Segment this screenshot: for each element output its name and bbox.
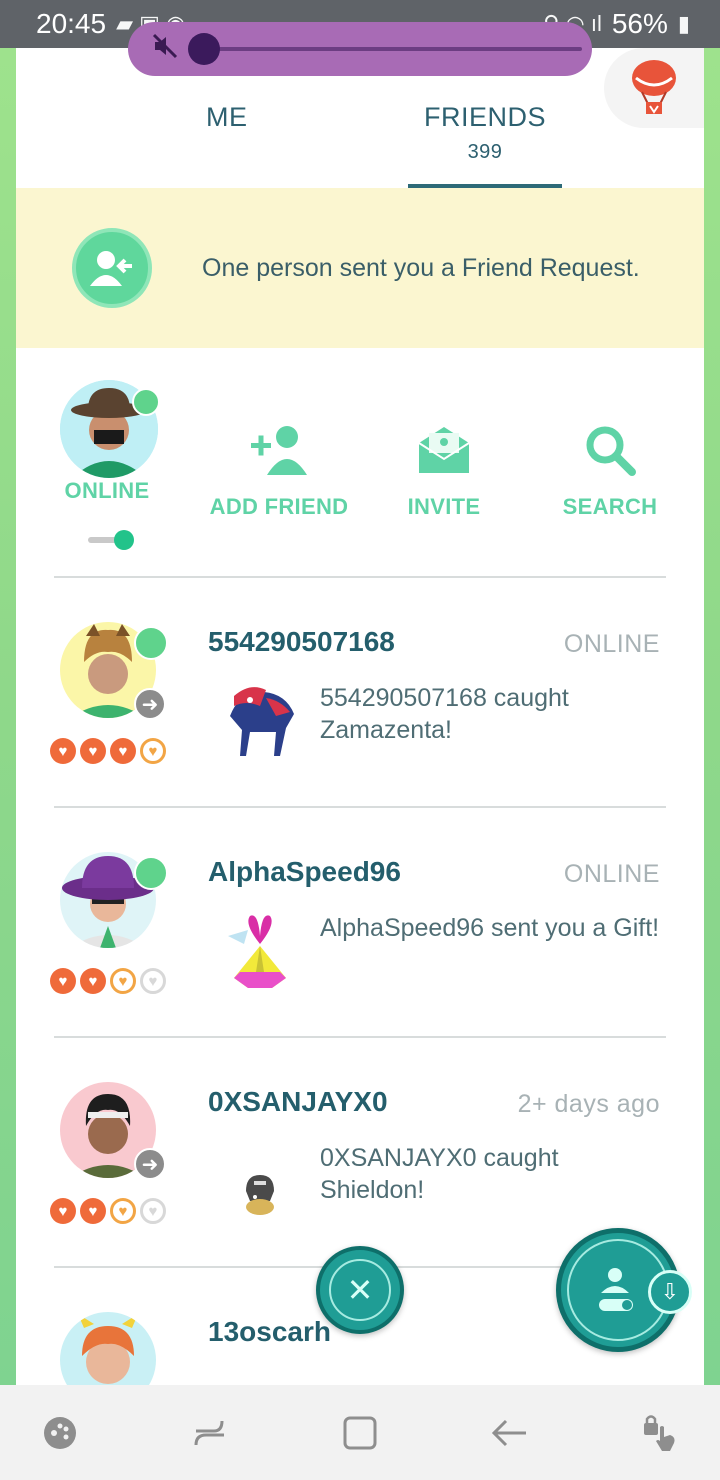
friend-row[interactable]: ♥ ♥ ♥ ♥ AlphaSpeed96 ONLINE AlphaSpeed96… bbox=[16, 830, 704, 1060]
tab-me-label: ME bbox=[206, 102, 248, 132]
gift-icon bbox=[220, 906, 300, 990]
right-border bbox=[704, 0, 720, 1385]
heart-icon: ♥ bbox=[50, 738, 76, 764]
tab-friends[interactable]: FRIENDS 399 bbox=[408, 102, 562, 164]
online-label: ONLINE bbox=[64, 478, 150, 503]
battery-percent: 56% bbox=[611, 8, 668, 39]
close-button[interactable]: ✕ bbox=[316, 1246, 404, 1334]
zamazenta-icon bbox=[220, 676, 300, 760]
heart-icon: ♥ bbox=[80, 968, 106, 994]
online-indicator bbox=[134, 626, 168, 660]
tab-me[interactable]: ME bbox=[206, 102, 248, 133]
search-button[interactable]: SEARCH bbox=[556, 420, 664, 520]
heart-icon: ♥ bbox=[80, 738, 106, 764]
divider bbox=[54, 806, 666, 808]
battery-icon: ▮ bbox=[677, 11, 690, 36]
volume-knob[interactable] bbox=[188, 33, 220, 65]
recents-button[interactable] bbox=[180, 1403, 240, 1463]
heart-icon: ♥ bbox=[140, 968, 166, 994]
invite-envelope-icon bbox=[418, 427, 470, 473]
invite-button[interactable]: INVITE bbox=[392, 420, 496, 520]
volume-track[interactable] bbox=[188, 33, 582, 65]
invite-label: INVITE bbox=[407, 494, 481, 519]
heart-icon: ♥ bbox=[80, 1198, 106, 1224]
heart-icon: ♥ bbox=[110, 738, 136, 764]
mute-icon[interactable] bbox=[152, 33, 182, 66]
friend-name: 554290507168 bbox=[208, 626, 395, 657]
friend-request-banner[interactable]: One person sent you a Friend Request. bbox=[16, 188, 704, 348]
balloon-button[interactable] bbox=[604, 48, 704, 128]
volume-slider-overlay[interactable] bbox=[128, 22, 592, 76]
online-toggle[interactable] bbox=[88, 530, 134, 550]
search-icon bbox=[586, 426, 636, 476]
sort-toggle-icon bbox=[599, 1268, 633, 1311]
heart-icon: ♥ bbox=[110, 1198, 136, 1224]
add-friend-icon bbox=[251, 426, 307, 475]
transfer-arrow-icon: ➜ bbox=[134, 1148, 166, 1180]
home-button[interactable] bbox=[330, 1403, 390, 1463]
arrow-down-icon: ⇩ bbox=[660, 1279, 680, 1304]
friend-status: ONLINE bbox=[563, 860, 660, 888]
friend-status: 2+ days ago bbox=[517, 1090, 660, 1118]
friend-name: AlphaSpeed96 bbox=[208, 856, 401, 887]
friend-status: ONLINE bbox=[563, 630, 660, 658]
system-nav-bar bbox=[0, 1385, 720, 1480]
left-border bbox=[0, 0, 16, 1385]
friend-name: 0XSANJAYX0 bbox=[208, 1086, 388, 1117]
back-icon bbox=[492, 1419, 526, 1446]
online-action[interactable]: ONLINE bbox=[52, 478, 162, 504]
divider bbox=[54, 1036, 666, 1038]
add-friend-label: ADD FRIEND bbox=[209, 494, 349, 519]
game-tools-button[interactable] bbox=[30, 1403, 90, 1463]
heart-icon: ♥ bbox=[50, 1198, 76, 1224]
add-friend-button[interactable]: ADD FRIEND bbox=[204, 420, 354, 520]
shieldon-icon bbox=[220, 1170, 300, 1220]
heart-icon: ♥ bbox=[140, 738, 166, 764]
friend-activity: AlphaSpeed96 sent you a Gift! bbox=[320, 914, 660, 942]
online-indicator bbox=[134, 856, 168, 890]
friend-name: 13oscarh bbox=[208, 1316, 331, 1347]
friend-request-text: One person sent you a Friend Request. bbox=[202, 254, 640, 282]
heart-icon: ♥ bbox=[50, 968, 76, 994]
transfer-arrow-icon: ➜ bbox=[134, 688, 166, 720]
tab-friends-label: FRIENDS bbox=[423, 102, 546, 132]
search-label: SEARCH bbox=[562, 494, 658, 519]
avatar bbox=[60, 1312, 156, 1385]
home-icon bbox=[343, 1416, 377, 1449]
friendship-hearts: ♥ ♥ ♥ ♥ bbox=[50, 1198, 166, 1224]
divider bbox=[54, 576, 666, 578]
online-indicator bbox=[132, 388, 160, 416]
toggle-knob bbox=[114, 530, 134, 550]
heart-icon: ♥ bbox=[140, 1198, 166, 1224]
friend-activity: 0XSANJAYX0 caught Shieldon! bbox=[320, 1144, 559, 1204]
recents-icon bbox=[194, 1420, 224, 1445]
action-row: ONLINE ADD FRIEND INVITE SEARCH bbox=[16, 348, 704, 578]
close-icon: ✕ bbox=[346, 1272, 374, 1308]
back-button[interactable] bbox=[480, 1403, 540, 1463]
touch-lock-icon bbox=[644, 1414, 675, 1451]
friendship-hearts: ♥ ♥ ♥ ♥ bbox=[50, 738, 166, 764]
clock: 20:45 bbox=[36, 8, 107, 39]
heart-icon: ♥ bbox=[110, 968, 136, 994]
friendship-hearts: ♥ ♥ ♥ ♥ bbox=[50, 968, 166, 994]
friend-request-icon bbox=[72, 228, 152, 308]
friends-count: 399 bbox=[467, 141, 503, 163]
sort-direction-badge[interactable]: ⇩ bbox=[648, 1270, 692, 1314]
gamepad-icon bbox=[44, 1416, 76, 1449]
friend-activity: 554290507168 caught Zamazenta! bbox=[320, 684, 569, 744]
rocket-balloon-icon bbox=[632, 60, 676, 114]
touch-lock-button[interactable] bbox=[630, 1403, 690, 1463]
friend-row[interactable]: ➜ ♥ ♥ ♥ ♥ 554290507168 ONLINE 5542905071… bbox=[16, 600, 704, 830]
